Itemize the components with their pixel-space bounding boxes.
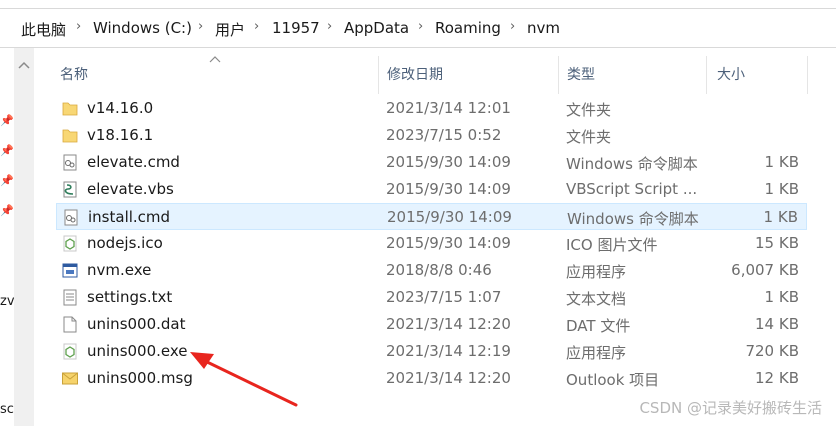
file-modified-date: 2023/7/15 0:52 — [386, 126, 502, 144]
file-type: Windows 命令脚本 — [566, 155, 698, 173]
file-modified-date: 2021/3/14 12:19 — [386, 342, 511, 360]
file-row[interactable]: install.cmd 2015/9/30 14:09 Windows 命令脚本 1 … — [56, 203, 807, 230]
file-name: elevate.cmd — [87, 153, 180, 171]
folder-icon — [62, 127, 78, 144]
file-type: 应用程序 — [566, 263, 627, 281]
cmd-script-icon — [62, 154, 78, 171]
file-size: 720 KB — [745, 342, 799, 360]
column-divider[interactable] — [706, 56, 707, 94]
pin-icon: 📌 — [0, 114, 14, 127]
breadcrumb-appdata[interactable]: AppData — [344, 19, 409, 37]
file-row[interactable]: v18.16.1 2023/7/15 0:52 文件夹 — [56, 122, 807, 149]
file-size: 15 KB — [755, 234, 799, 252]
breadcrumb-this-pc[interactable]: 此电脑 — [21, 19, 66, 40]
column-header-size[interactable]: 大小 — [717, 64, 745, 84]
file-modified-date: 2015/9/30 14:09 — [386, 180, 511, 198]
file-size: 1 KB — [764, 288, 799, 306]
nav-item-label[interactable]: sc — [0, 402, 14, 417]
column-divider[interactable] — [378, 56, 379, 94]
file-name: v18.16.1 — [87, 126, 154, 144]
pin-icon: 📌 — [0, 174, 14, 187]
chevron-right-icon[interactable]: › — [254, 19, 259, 34]
column-header-type[interactable]: 类型 — [567, 64, 595, 84]
file-size: 1 KB — [763, 208, 798, 226]
breadcrumb-nvm[interactable]: nvm — [527, 19, 560, 37]
file-modified-date: 2018/8/8 0:46 — [386, 261, 492, 279]
file-type: Windows 命令脚本 — [567, 210, 699, 228]
file-name: unins000.exe — [87, 342, 188, 360]
mail-icon — [62, 370, 78, 387]
file-size: 1 KB — [764, 180, 799, 198]
chevron-right-icon[interactable]: › — [198, 19, 203, 34]
pin-icon: 📌 — [0, 204, 14, 217]
column-header-name[interactable]: 名称 — [60, 64, 88, 84]
file-modified-date: 2021/3/14 12:20 — [386, 315, 511, 333]
file-type: VBScript Script ... — [566, 180, 698, 198]
file-type: 文本文档 — [566, 290, 627, 308]
file-row[interactable]: settings.txt 2023/7/15 1:07 文本文档 1 KB — [56, 284, 807, 311]
file-size: 1 KB — [764, 153, 799, 171]
chevron-right-icon[interactable]: › — [76, 19, 81, 34]
file-modified-date: 2015/9/30 14:09 — [387, 208, 512, 226]
nodejs-icon — [62, 343, 78, 360]
file-row[interactable]: v14.16.0 2021/3/14 12:01 文件夹 — [56, 95, 807, 122]
chevron-right-icon[interactable]: › — [418, 19, 423, 34]
chevron-right-icon[interactable]: › — [510, 19, 515, 34]
column-divider[interactable] — [807, 56, 808, 94]
file-size: 6,007 KB — [731, 261, 799, 279]
file-size: 14 KB — [755, 315, 799, 333]
file-row[interactable]: unins000.dat 2021/3/14 12:20 DAT 文件 14 KB — [56, 311, 807, 338]
file-name: settings.txt — [87, 288, 173, 306]
breadcrumb-users[interactable]: 用户 — [215, 19, 245, 40]
file-name: unins000.dat — [87, 315, 186, 333]
file-row[interactable]: unins000.msg 2021/3/14 12:20 Outlook 项目 12 … — [56, 365, 807, 392]
navigation-scrollbar[interactable] — [14, 48, 34, 426]
scroll-up-icon[interactable] — [14, 56, 34, 76]
folder-icon — [62, 100, 78, 117]
chevron-right-icon[interactable]: › — [327, 19, 332, 34]
file-name: nodejs.ico — [87, 234, 163, 252]
text-file-icon — [62, 289, 78, 306]
file-row[interactable]: elevate.vbs 2015/9/30 14:09 VBScript Scrip… — [56, 176, 807, 203]
cmd-script-icon — [63, 209, 79, 226]
breadcrumb-drive[interactable]: Windows (C:) — [93, 19, 192, 37]
watermark: CSDN @记录美好搬砖生活 — [639, 399, 822, 417]
file-row[interactable]: elevate.cmd 2015/9/30 14:09 Windows 命令脚本 1 … — [56, 149, 807, 176]
breadcrumb-roaming[interactable]: Roaming — [435, 19, 501, 37]
application-icon — [62, 262, 78, 279]
blank-file-icon — [62, 316, 78, 333]
file-row[interactable]: nodejs.ico 2015/9/30 14:09 ICO 图片文件 15 KB — [56, 230, 807, 257]
file-name: unins000.msg — [87, 369, 193, 387]
file-type: 文件夹 — [566, 128, 612, 146]
file-modified-date: 2015/9/30 14:09 — [386, 153, 511, 171]
file-modified-date: 2023/7/15 1:07 — [386, 288, 502, 306]
file-type: 应用程序 — [566, 344, 627, 362]
pin-icon: 📌 — [0, 144, 14, 157]
file-name: install.cmd — [88, 208, 171, 226]
column-divider[interactable] — [558, 56, 559, 94]
nodejs-icon — [62, 235, 78, 252]
file-name: nvm.exe — [87, 261, 152, 279]
address-bar[interactable]: 此电脑 › Windows (C:) › 用户 › 11957 › AppDat… — [0, 8, 836, 48]
file-size: 12 KB — [755, 369, 799, 387]
file-modified-date: 2021/3/14 12:01 — [386, 99, 511, 117]
file-modified-date: 2015/9/30 14:09 — [386, 234, 511, 252]
nav-item-label[interactable]: zv — [0, 294, 15, 309]
file-type: Outlook 项目 — [566, 371, 660, 389]
file-type: ICO 图片文件 — [566, 236, 658, 254]
file-name: v14.16.0 — [87, 99, 154, 117]
file-type: 文件夹 — [566, 101, 612, 119]
file-modified-date: 2021/3/14 12:20 — [386, 369, 511, 387]
file-type: DAT 文件 — [566, 317, 631, 335]
sort-ascending-icon — [209, 56, 221, 63]
file-row[interactable]: unins000.exe 2021/3/14 12:19 应用程序 720 KB — [56, 338, 807, 365]
file-name: elevate.vbs — [87, 180, 174, 198]
breadcrumb-user[interactable]: 11957 — [272, 19, 320, 37]
column-header-date[interactable]: 修改日期 — [387, 64, 443, 84]
column-header: 名称 修改日期 类型 大小 — [34, 48, 836, 94]
file-row[interactable]: nvm.exe 2018/8/8 0:46 应用程序 6,007 KB — [56, 257, 807, 284]
vbscript-icon — [62, 181, 78, 198]
